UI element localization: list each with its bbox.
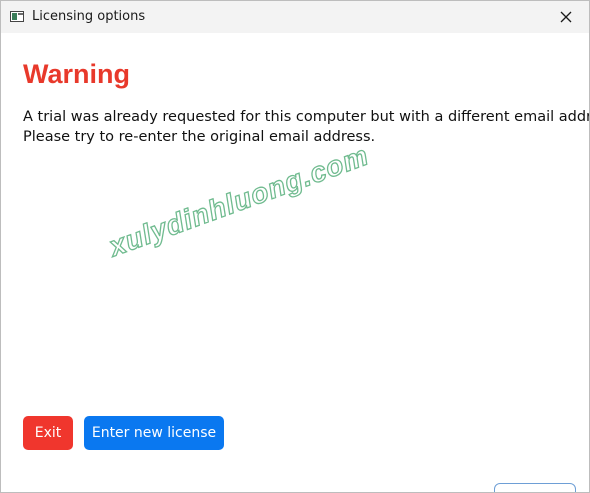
warning-heading: Warning [23,59,130,89]
warning-message: A trial was already requested for this c… [23,107,590,147]
app-icon-pane [12,13,17,20]
partial-bottom-button[interactable] [494,483,576,492]
dialog-content: Warning A trial was already requested fo… [1,33,589,492]
close-icon [560,11,572,23]
enter-new-license-button[interactable]: Enter new license [84,416,224,450]
watermark-text: xulydinhluong.com [104,139,373,263]
exit-button[interactable]: Exit [23,416,73,450]
close-button[interactable] [543,1,589,33]
app-window-icon [10,11,24,22]
window-title: Licensing options [32,9,146,24]
title-bar[interactable]: Licensing options [1,1,589,33]
warning-message-line-1: A trial was already requested for this c… [23,109,590,125]
warning-message-line-2: Please try to re-enter the original emai… [23,129,376,145]
app-icon-bar [18,13,23,15]
licensing-dialog: Licensing options Warning A trial was al… [0,0,590,493]
